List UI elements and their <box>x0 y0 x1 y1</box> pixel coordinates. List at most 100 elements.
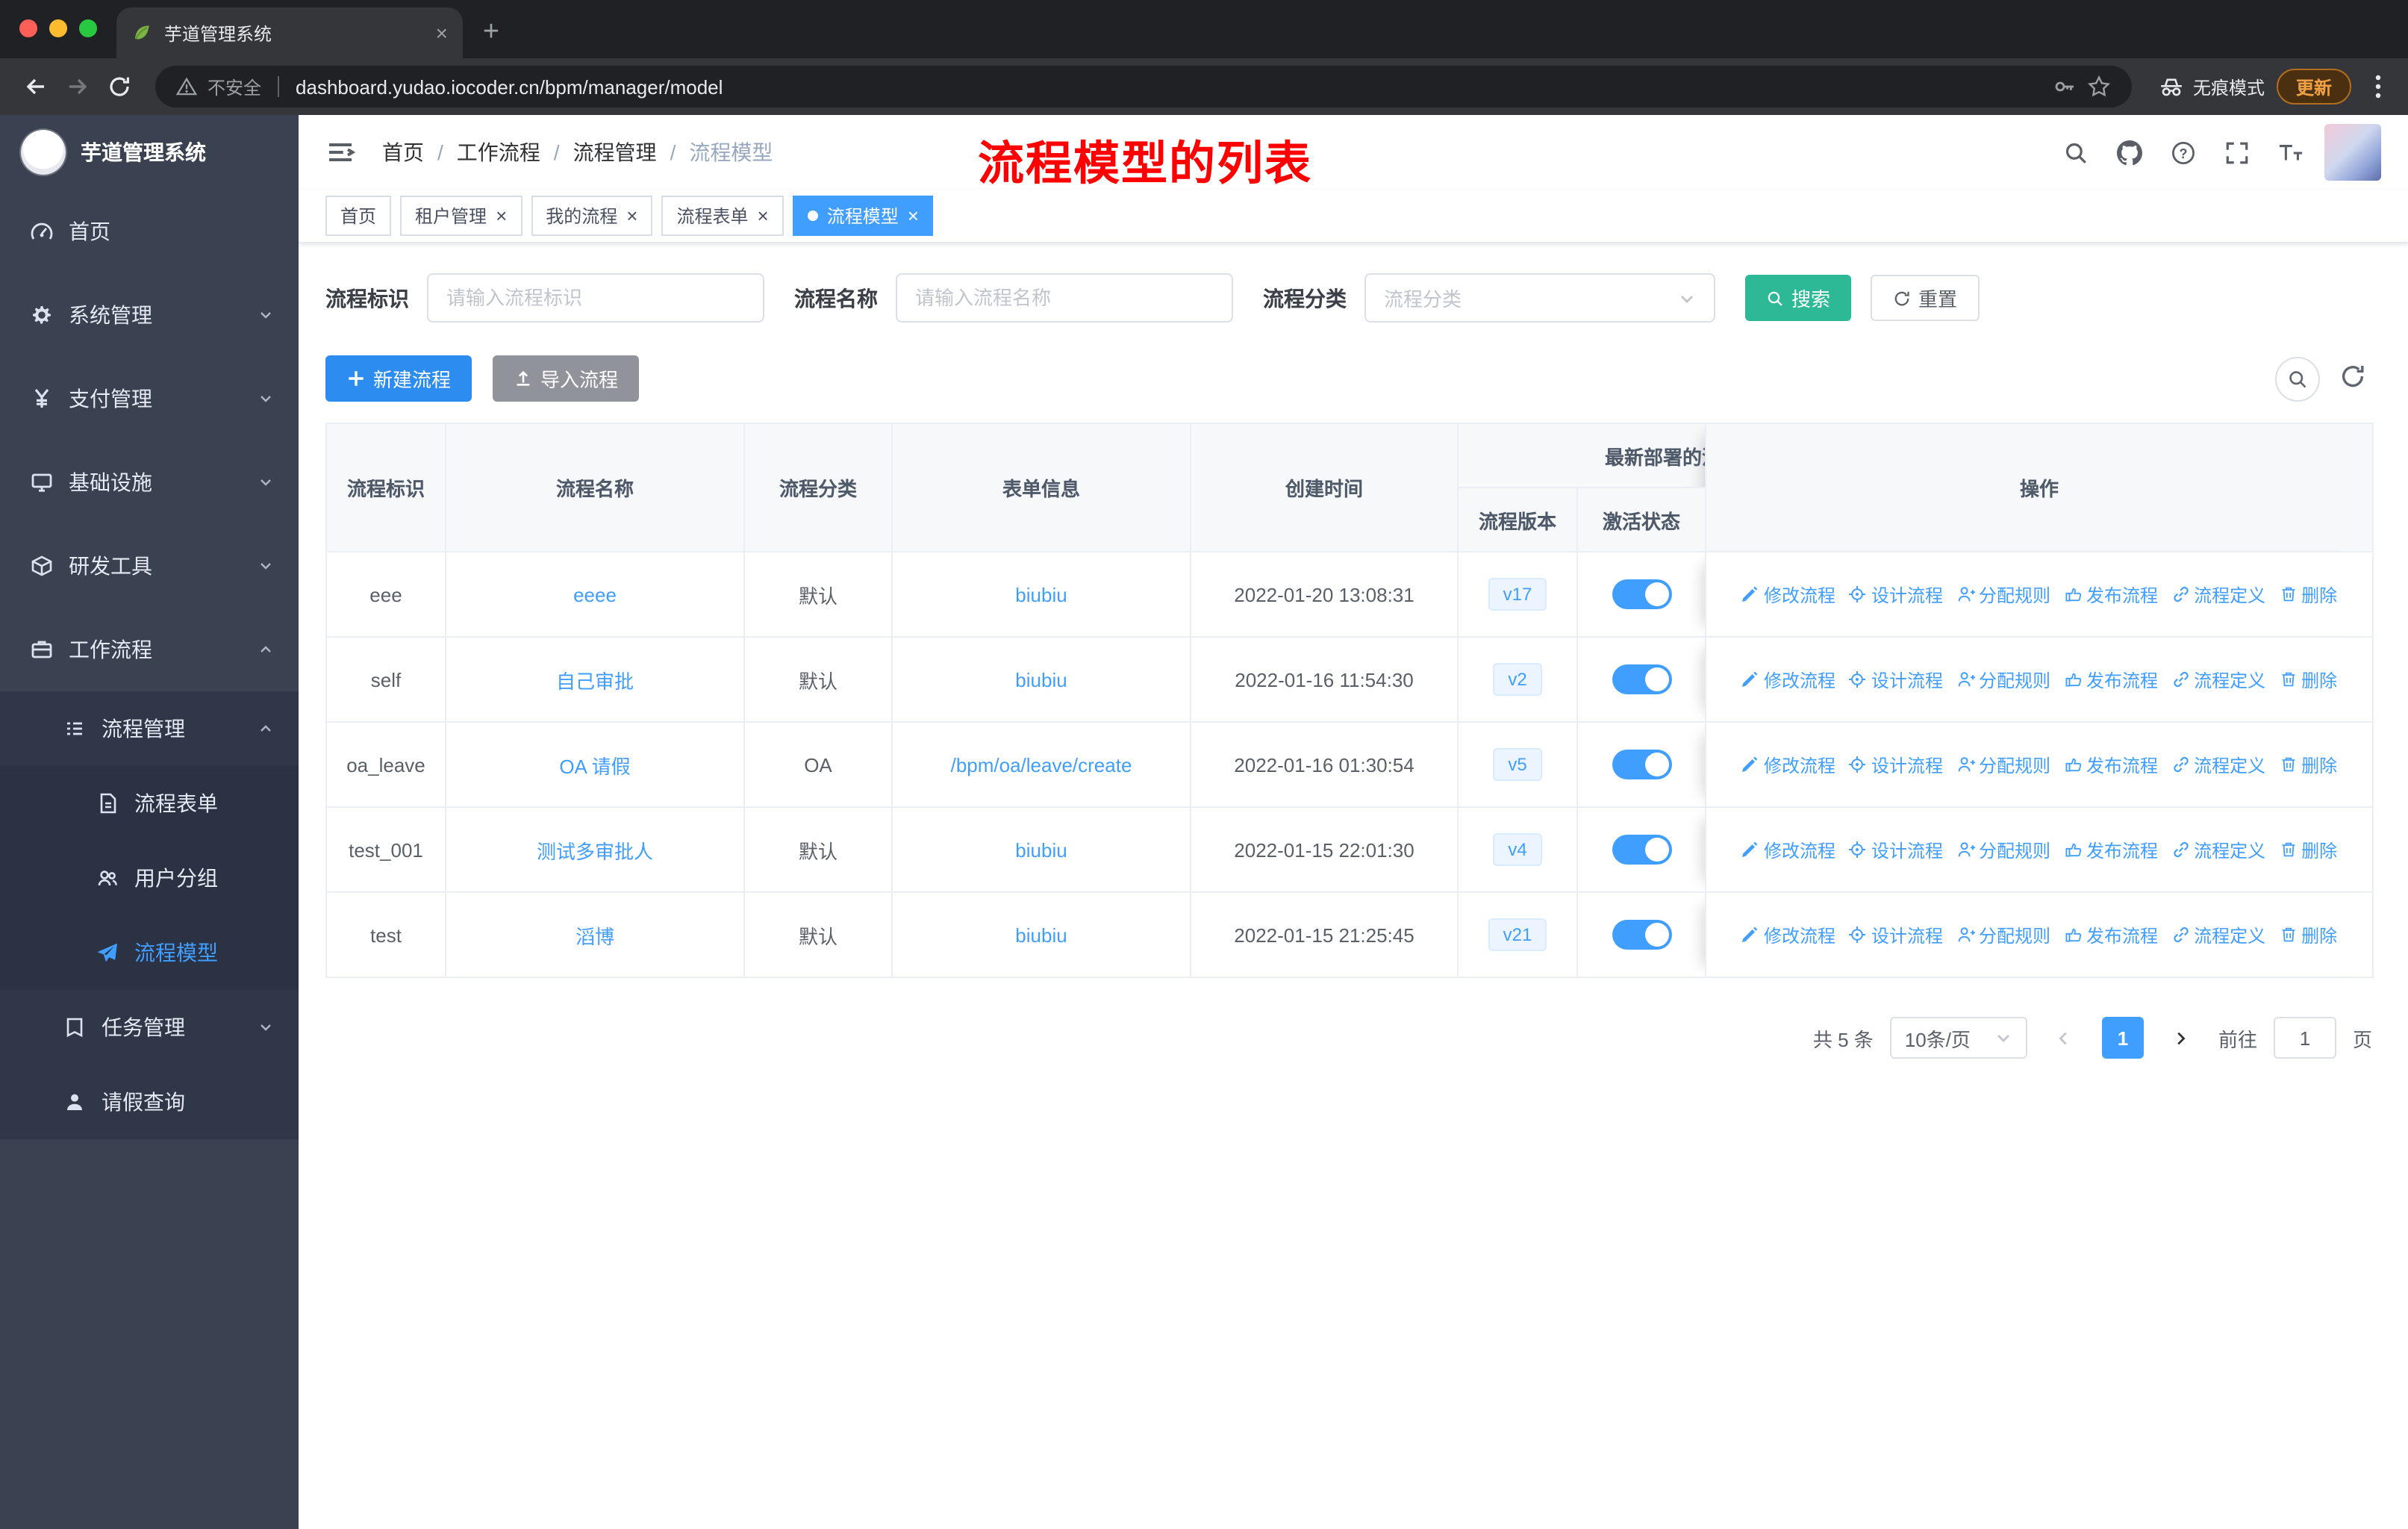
active-status-toggle[interactable] <box>1612 664 1671 694</box>
address-bar[interactable]: 不安全 dashboard.yudao.iocoder.cn/bpm/manag… <box>155 66 2132 108</box>
category-select[interactable]: 流程分类 <box>1364 273 1715 323</box>
design-process-link[interactable]: 设计流程 <box>1849 667 1943 692</box>
help-icon[interactable]: ? <box>2171 140 2196 165</box>
delete-link[interactable]: 删除 <box>2279 667 2337 692</box>
sidebar-item-user-group[interactable]: 用户分组 <box>0 841 299 915</box>
tag-tenant-manage[interactable]: 租户管理 × <box>400 196 523 236</box>
process-name-link[interactable]: 滔博 <box>576 925 614 947</box>
sidebar-item-leave-query[interactable]: 请假查询 <box>0 1065 299 1139</box>
tag-process-model[interactable]: 流程模型 × <box>792 196 934 236</box>
process-name-link[interactable]: OA 请假 <box>559 755 630 777</box>
process-name-link[interactable]: 自己审批 <box>556 670 634 692</box>
fullscreen-icon[interactable] <box>2224 140 2250 165</box>
password-key-icon[interactable] <box>2053 75 2077 99</box>
process-definition-link[interactable]: 流程定义 <box>2171 582 2265 607</box>
process-id-input[interactable] <box>427 273 764 323</box>
close-icon[interactable]: × <box>908 206 919 225</box>
window-zoom-button[interactable] <box>79 19 97 37</box>
tab-close-icon[interactable]: × <box>436 21 448 45</box>
github-icon[interactable] <box>2117 140 2142 165</box>
reset-button[interactable]: 重置 <box>1871 275 1980 321</box>
form-info-link[interactable]: biubiu <box>1015 924 1067 946</box>
design-process-link[interactable]: 设计流程 <box>1849 922 1943 947</box>
sidebar-item-process-model[interactable]: 流程模型 <box>0 915 299 990</box>
publish-process-link[interactable]: 发布流程 <box>2064 922 2158 947</box>
assign-rule-link[interactable]: 分配规则 <box>1956 752 2050 777</box>
goto-page-input[interactable] <box>2273 1017 2336 1059</box>
tag-process-form[interactable]: 流程表单 × <box>661 196 784 236</box>
browser-menu-icon[interactable] <box>2363 72 2393 102</box>
modify-process-link[interactable]: 修改流程 <box>1741 752 1835 777</box>
import-process-button[interactable]: 导入流程 <box>493 355 640 402</box>
sidebar-item-devtools[interactable]: 研发工具 <box>0 524 299 608</box>
design-process-link[interactable]: 设计流程 <box>1849 837 1943 862</box>
font-size-icon[interactable] <box>2278 140 2303 165</box>
search-icon[interactable] <box>2063 140 2089 165</box>
window-minimize-button[interactable] <box>49 19 67 37</box>
breadcrumb-item[interactable]: 流程管理 <box>573 137 657 167</box>
search-button[interactable]: 搜索 <box>1745 275 1852 321</box>
browser-update-button[interactable]: 更新 <box>2276 69 2351 105</box>
page-number-current[interactable]: 1 <box>2101 1017 2144 1059</box>
modify-process-link[interactable]: 修改流程 <box>1741 582 1835 607</box>
process-name-link[interactable]: 测试多审批人 <box>537 840 653 862</box>
active-status-toggle[interactable] <box>1612 920 1671 950</box>
bookmark-star-icon[interactable] <box>2087 75 2111 99</box>
delete-link[interactable]: 删除 <box>2279 837 2337 862</box>
tag-home[interactable]: 首页 <box>325 196 392 236</box>
next-page-button[interactable] <box>2160 1017 2202 1059</box>
form-info-link[interactable]: /bpm/oa/leave/create <box>951 753 1132 776</box>
page-size-select[interactable]: 10条/页 <box>1889 1017 2027 1059</box>
design-process-link[interactable]: 设计流程 <box>1849 582 1943 607</box>
assign-rule-link[interactable]: 分配规则 <box>1956 922 2050 947</box>
process-definition-link[interactable]: 流程定义 <box>2171 922 2265 947</box>
form-info-link[interactable]: biubiu <box>1015 583 1067 605</box>
modify-process-link[interactable]: 修改流程 <box>1741 922 1835 947</box>
active-status-toggle[interactable] <box>1612 579 1671 609</box>
close-icon[interactable]: × <box>496 206 507 225</box>
browser-tab[interactable]: 芋道管理系统 × <box>116 7 463 58</box>
delete-link[interactable]: 删除 <box>2279 582 2337 607</box>
reload-button[interactable] <box>99 66 140 108</box>
close-icon[interactable]: × <box>626 206 637 225</box>
publish-process-link[interactable]: 发布流程 <box>2064 752 2158 777</box>
prev-page-button[interactable] <box>2044 1017 2086 1059</box>
new-tab-button[interactable]: + <box>469 10 514 55</box>
sidebar-item-system[interactable]: 系统管理 <box>0 273 299 357</box>
assign-rule-link[interactable]: 分配规则 <box>1956 837 2050 862</box>
publish-process-link[interactable]: 发布流程 <box>2064 837 2158 862</box>
process-definition-link[interactable]: 流程定义 <box>2171 667 2265 692</box>
sidebar-item-payment[interactable]: 支付管理 <box>0 357 299 440</box>
process-name-input[interactable] <box>896 273 1233 323</box>
assign-rule-link[interactable]: 分配规则 <box>1956 667 2050 692</box>
close-icon[interactable]: × <box>758 206 769 225</box>
create-process-button[interactable]: 新建流程 <box>325 355 472 402</box>
modify-process-link[interactable]: 修改流程 <box>1741 667 1835 692</box>
forward-button[interactable] <box>57 66 99 108</box>
design-process-link[interactable]: 设计流程 <box>1849 752 1943 777</box>
breadcrumb-item[interactable]: 工作流程 <box>457 137 540 167</box>
sidebar-item-infrastructure[interactable]: 基础设施 <box>0 440 299 524</box>
process-name-link[interactable]: eeee <box>573 583 617 605</box>
refresh-table-button[interactable] <box>2339 362 2372 395</box>
form-info-link[interactable]: biubiu <box>1015 838 1067 861</box>
publish-process-link[interactable]: 发布流程 <box>2064 582 2158 607</box>
delete-link[interactable]: 删除 <box>2279 922 2337 947</box>
user-avatar[interactable] <box>2324 124 2381 181</box>
active-status-toggle[interactable] <box>1612 835 1671 865</box>
delete-link[interactable]: 删除 <box>2279 752 2337 777</box>
breadcrumb-item[interactable]: 首页 <box>382 137 424 167</box>
active-status-toggle[interactable] <box>1612 750 1671 779</box>
tag-my-process[interactable]: 我的流程 × <box>531 196 653 236</box>
sidebar-item-process-manage[interactable]: 流程管理 <box>0 691 299 766</box>
sidebar-logo-row[interactable]: 芋道管理系统 <box>0 115 299 190</box>
process-definition-link[interactable]: 流程定义 <box>2171 837 2265 862</box>
sidebar-collapse-icon[interactable] <box>325 137 355 167</box>
modify-process-link[interactable]: 修改流程 <box>1741 837 1835 862</box>
form-info-link[interactable]: biubiu <box>1015 668 1067 691</box>
sidebar-item-process-form[interactable]: 流程表单 <box>0 766 299 841</box>
window-close-button[interactable] <box>19 19 37 37</box>
assign-rule-link[interactable]: 分配规则 <box>1956 582 2050 607</box>
back-button[interactable] <box>15 66 57 108</box>
sidebar-item-task-manage[interactable]: 任务管理 <box>0 990 299 1065</box>
